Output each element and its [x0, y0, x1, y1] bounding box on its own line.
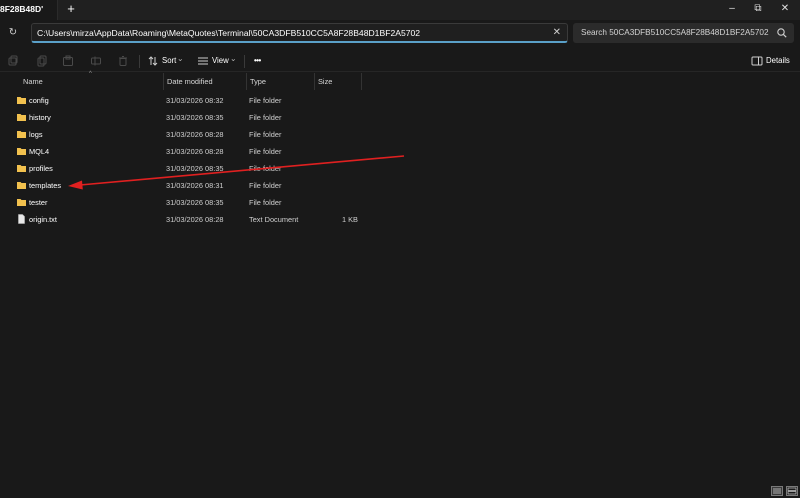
folder-icon: [17, 97, 26, 104]
column-header-type[interactable]: Type: [250, 77, 266, 86]
file-type: File folder: [249, 130, 282, 139]
more-options-button[interactable]: •••: [254, 56, 261, 65]
file-date: 31/03/2026 08:35: [166, 113, 224, 122]
file-date: 31/03/2026 08:35: [166, 164, 224, 173]
text-file-icon: [18, 214, 25, 224]
column-header-name[interactable]: Name: [23, 77, 43, 86]
close-window-button[interactable]: ✕: [772, 0, 798, 18]
sort-caret-icon: ^: [89, 71, 92, 77]
folder-icon: [17, 148, 26, 155]
file-type: File folder: [249, 113, 282, 122]
file-name: logs: [29, 130, 43, 139]
file-row[interactable]: config 31/03/2026 08:32 File folder: [12, 92, 792, 109]
clear-address-icon[interactable]: ✕: [553, 27, 561, 38]
column-divider[interactable]: [314, 73, 315, 90]
column-divider[interactable]: [246, 73, 247, 90]
file-name: history: [29, 113, 51, 122]
view-icon[interactable]: [197, 55, 209, 67]
new-tab-icon[interactable]: +: [64, 2, 78, 16]
file-size: 1 KB: [341, 215, 358, 224]
view-button[interactable]: View: [212, 56, 229, 65]
file-row[interactable]: origin.txt 31/03/2026 08:28 Text Documen…: [12, 211, 792, 228]
file-type: File folder: [249, 96, 282, 105]
delete-icon[interactable]: [117, 55, 129, 67]
minimize-button[interactable]: –: [719, 0, 745, 18]
sort-button[interactable]: Sort: [162, 56, 176, 65]
title-bar: 8F28B48D' + – ⧉ ✕: [0, 0, 800, 20]
file-type: Text Document: [249, 215, 299, 224]
file-date: 31/03/2026 08:32: [166, 96, 224, 105]
file-name: templates: [29, 181, 62, 190]
address-input[interactable]: C:\Users\mirza\AppData\Roaming\MetaQuote…: [37, 28, 420, 38]
file-date: 31/03/2026 08:28: [166, 215, 224, 224]
search-icon[interactable]: [776, 27, 788, 39]
folder-icon: [17, 199, 26, 206]
file-row[interactable]: history 31/03/2026 08:35 File folder: [12, 109, 792, 126]
file-row[interactable]: tester 31/03/2026 08:35 File folder: [12, 194, 792, 211]
sort-chevron-down-icon[interactable]: ⌄: [177, 54, 184, 63]
refresh-icon[interactable]: ↻: [6, 26, 20, 40]
file-type: File folder: [249, 164, 282, 173]
folder-icon: [17, 165, 26, 172]
file-type: File folder: [249, 147, 282, 156]
rename-icon[interactable]: [90, 55, 102, 67]
column-header-size[interactable]: Size: [318, 77, 332, 86]
search-input[interactable]: Search 50CA3DFB510CC5A8F28B48D1BF2A5702: [581, 28, 769, 37]
file-date: 31/03/2026 08:35: [166, 198, 224, 207]
maximize-button[interactable]: ⧉: [745, 0, 771, 18]
toolbar-separator: [139, 55, 140, 68]
file-row[interactable]: profiles 31/03/2026 08:35 File folder: [12, 160, 792, 177]
details-view-icon[interactable]: [771, 486, 783, 496]
folder-icon: [17, 182, 26, 189]
file-row[interactable]: logs 31/03/2026 08:28 File folder: [12, 126, 792, 143]
details-button[interactable]: Details: [766, 56, 790, 65]
copy-icon[interactable]: [36, 55, 48, 67]
file-name: config: [29, 96, 49, 105]
tab-label: 8F28B48D': [0, 4, 44, 14]
annotation-arrow: [68, 155, 405, 190]
sort-icon[interactable]: [147, 55, 159, 67]
file-type: File folder: [249, 198, 282, 207]
file-name: tester: [29, 198, 48, 207]
explorer-tab[interactable]: 8F28B48D': [0, 0, 58, 20]
folder-icon: [17, 131, 26, 138]
address-bar[interactable]: C:\Users\mirza\AppData\Roaming\MetaQuote…: [31, 23, 568, 43]
paste-icon[interactable]: [62, 55, 74, 67]
file-name: profiles: [29, 164, 53, 173]
file-type: File folder: [249, 181, 282, 190]
folder-icon: [17, 114, 26, 121]
column-divider[interactable]: [163, 73, 164, 90]
new-item-icon[interactable]: [7, 55, 19, 67]
file-name: MQL4: [29, 147, 50, 156]
file-row[interactable]: MQL4 31/03/2026 08:28 File folder: [12, 143, 792, 160]
column-divider[interactable]: [361, 73, 362, 90]
details-pane-icon[interactable]: [751, 55, 763, 67]
tiles-view-icon[interactable]: [786, 486, 798, 496]
file-row[interactable]: templates 31/03/2026 08:31 File folder: [12, 177, 792, 194]
column-header-date-modified[interactable]: Date modified: [167, 77, 213, 86]
file-date: 31/03/2026 08:28: [166, 130, 224, 139]
search-box[interactable]: Search 50CA3DFB510CC5A8F28B48D1BF2A5702: [573, 23, 794, 43]
view-chevron-down-icon[interactable]: ⌄: [230, 54, 237, 63]
toolbar-separator: [244, 55, 245, 68]
file-name: origin.txt: [29, 215, 57, 224]
file-date: 31/03/2026 08:28: [166, 147, 224, 156]
file-date: 31/03/2026 08:31: [166, 181, 224, 190]
